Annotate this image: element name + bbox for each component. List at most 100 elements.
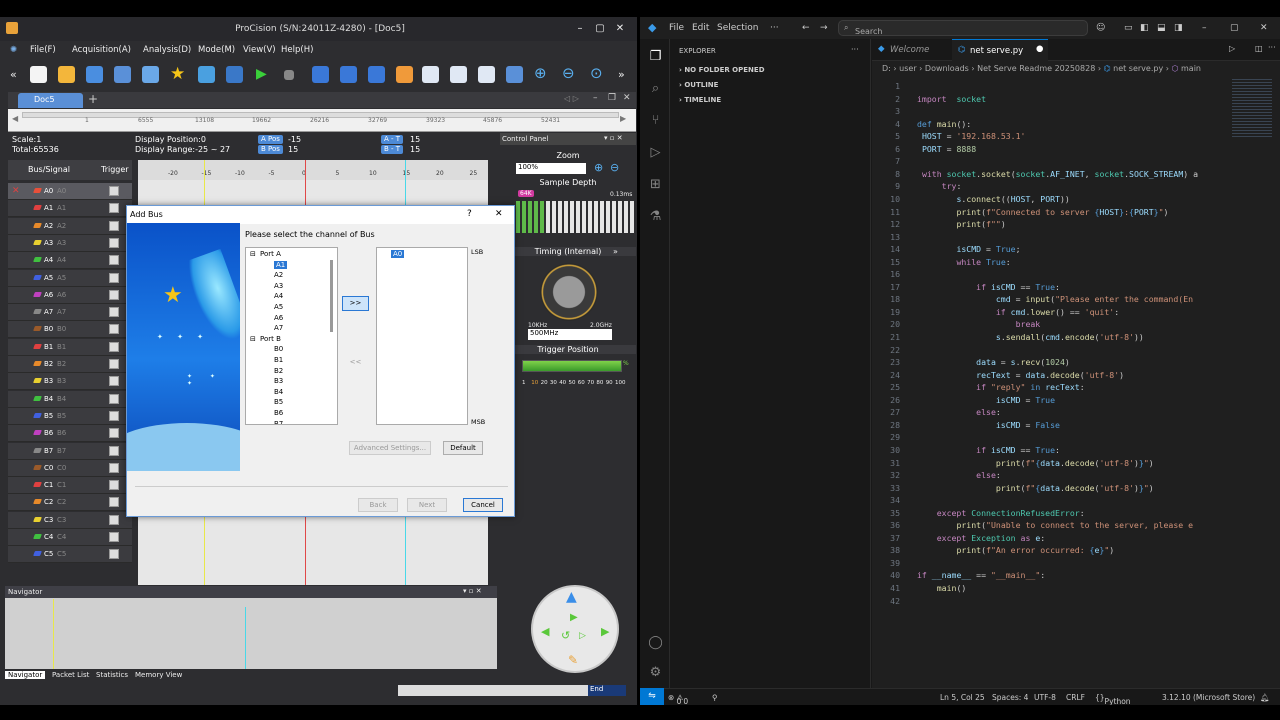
code-line[interactable]: HOST = '192.168.53.1' [917,131,1026,141]
wheel-forward-icon[interactable]: ▷ [579,631,586,641]
timing-expand-icon[interactable]: » [613,247,618,256]
crumb-file[interactable]: net serve.py [1113,64,1163,73]
navigator-pane[interactable] [5,587,497,671]
signal-row[interactable]: C3 C3 [8,511,132,529]
trigger-toggle[interactable] [109,480,119,491]
code-line[interactable]: print(f"") [917,219,1005,229]
trigger-toggle[interactable] [109,514,119,525]
wheel-pen-icon[interactable]: ✎ [568,653,578,667]
menu-view[interactable]: View(V) [243,45,276,55]
menu-icon[interactable]: ✺ [10,45,17,55]
code-line[interactable]: print("Unable to connect to the server, … [917,520,1193,530]
crumb-downloads[interactable]: Downloads [925,64,969,73]
menu-file[interactable]: File(F) [30,45,56,55]
signal-row[interactable]: ✕ A0 A0 [8,183,132,200]
grid-icon[interactable] [506,66,523,83]
trigger-toggle[interactable] [109,307,119,318]
more-menu-icon[interactable]: ··· [770,23,779,33]
crumb-folder[interactable]: Net Serve Readme 20250828 [977,64,1095,73]
tree-channel[interactable]: B0 [274,345,283,353]
run-icon[interactable]: ▶ [256,66,267,82]
cursor-a-icon[interactable] [312,66,329,83]
code-line[interactable]: while True: [917,257,1010,267]
code-line[interactable]: if isCMD == True: [917,282,1060,292]
trigger-toggle[interactable] [109,324,119,335]
copilot-icon[interactable]: ☺ [1096,23,1105,33]
code-line[interactable]: import socket [917,94,986,104]
cp-zoom-in-icon[interactable]: ⊕ [594,161,603,174]
new-file-icon[interactable] [30,66,47,83]
code-line[interactable]: s.connect((HOST, PORT)) [917,194,1069,204]
trigger-toggle[interactable] [109,359,119,369]
zoom-out-icon[interactable]: ⊖ [562,64,575,82]
tree-channel[interactable]: A6 [274,314,283,322]
search-icon[interactable]: ⌕ [648,81,663,96]
signal-row[interactable]: A6 A6 [8,286,132,304]
tree-scrollbar[interactable] [330,260,333,332]
tab-navigator[interactable]: Navigator [5,671,46,679]
tree-channel[interactable]: B5 [274,398,283,406]
wheel-up-icon[interactable]: ▲ [566,589,577,605]
code-line[interactable]: print(f"Connected to server {HOST}:{PORT… [917,207,1168,217]
code-line[interactable]: except Exception as e: [917,533,1046,543]
section-no-folder[interactable]: › NO FOLDER OPENED [679,66,765,74]
export-icon[interactable] [142,66,159,83]
tab-welcome[interactable]: ◆ Welcome [872,39,952,61]
signal-row[interactable]: B6 B6 [8,425,132,443]
code-line[interactable]: s.sendall(cmd.encode('utf-8')) [917,332,1144,342]
trigger-toggle[interactable] [109,532,119,542]
save-icon[interactable] [86,66,103,83]
doc-minimize-icon[interactable]: – [593,93,598,103]
python-interpreter[interactable]: 3.12.10 (Microsoft Store) [1162,693,1255,702]
signal-row[interactable]: B4 B4 [8,390,132,408]
trigger-toggle[interactable] [109,462,119,473]
bus-icon[interactable] [478,66,495,83]
cursor-position[interactable]: Ln 5, Col 25 [940,693,985,702]
extensions-icon[interactable]: ⊞ [648,177,663,192]
tree-channel[interactable]: B4 [274,388,283,396]
tree-port-group[interactable]: Port A [260,250,281,258]
tab-statistics[interactable]: Statistics [93,671,131,679]
tree-channel[interactable]: B6 [274,409,283,417]
language-mode[interactable]: {} Python [1095,693,1131,705]
menu-selection[interactable]: Selection [717,23,758,33]
selected-channels-list[interactable]: A0 [376,247,468,425]
trigger-toggle[interactable] [109,410,119,421]
code-line[interactable]: with socket.socket(socket.AF_INET, socke… [917,169,1198,179]
problems-status[interactable]: ⊗ 0 ⚠ 0 [668,693,688,705]
unsaved-dot-icon[interactable]: ● [1036,44,1043,54]
overview-ruler[interactable]: ◀ 1 6555 13108 19662 26216 32769 39323 4… [8,109,636,132]
signal-row[interactable]: B1 B1 [8,338,132,356]
code-line[interactable]: print(f"{data.decode('utf-8')}") [917,458,1154,468]
trigger-toggle[interactable] [109,272,119,283]
star-icon[interactable]: ★ [170,64,185,84]
tree-channel[interactable]: B3 [274,377,283,385]
tree-collapse-icon[interactable]: ⊟ [250,250,256,258]
tree-channel[interactable]: A5 [274,303,283,311]
code-line[interactable]: isCMD = True [917,395,1055,405]
toggle-panel-icon[interactable]: ▭ [1124,23,1133,33]
next-button[interactable]: Next [407,498,447,512]
ruler-right-icon[interactable]: ▶ [620,114,626,123]
code-line[interactable]: if cmd.lower() == 'quit': [917,307,1119,317]
menu-help[interactable]: Help(H) [281,45,313,55]
tree-channel[interactable]: A3 [274,282,283,290]
tree-port-group[interactable]: Port B [260,335,281,343]
menu-analysis[interactable]: Analysis(D) [143,45,191,55]
remove-channel-button[interactable]: << [342,356,369,370]
zoom-in-icon[interactable]: ⊕ [534,64,547,82]
ruler-left-icon[interactable]: ◀ [12,114,18,123]
tools-icon[interactable] [226,66,243,83]
code-line[interactable]: print(f"{data.decode('utf-8')}") [917,483,1154,493]
notifications-bell-icon[interactable]: 🔔︎ [1260,693,1270,702]
trigger-toggle[interactable] [109,186,119,196]
frequency-knob[interactable] [540,263,598,321]
doc-close-icon[interactable]: ✕ [623,93,631,103]
tree-channel[interactable]: B1 [274,356,283,364]
tree-channel[interactable]: A7 [274,324,283,332]
signal-row[interactable]: A1 A1 [8,200,132,218]
delete-signal-icon[interactable]: ✕ [12,186,20,196]
eol[interactable]: CRLF [1066,693,1085,702]
signal-row[interactable]: A3 A3 [8,234,132,252]
code-editor[interactable]: 1 2 import socket 3 4 def main(): 5 HOST = '19… [872,77,1280,688]
